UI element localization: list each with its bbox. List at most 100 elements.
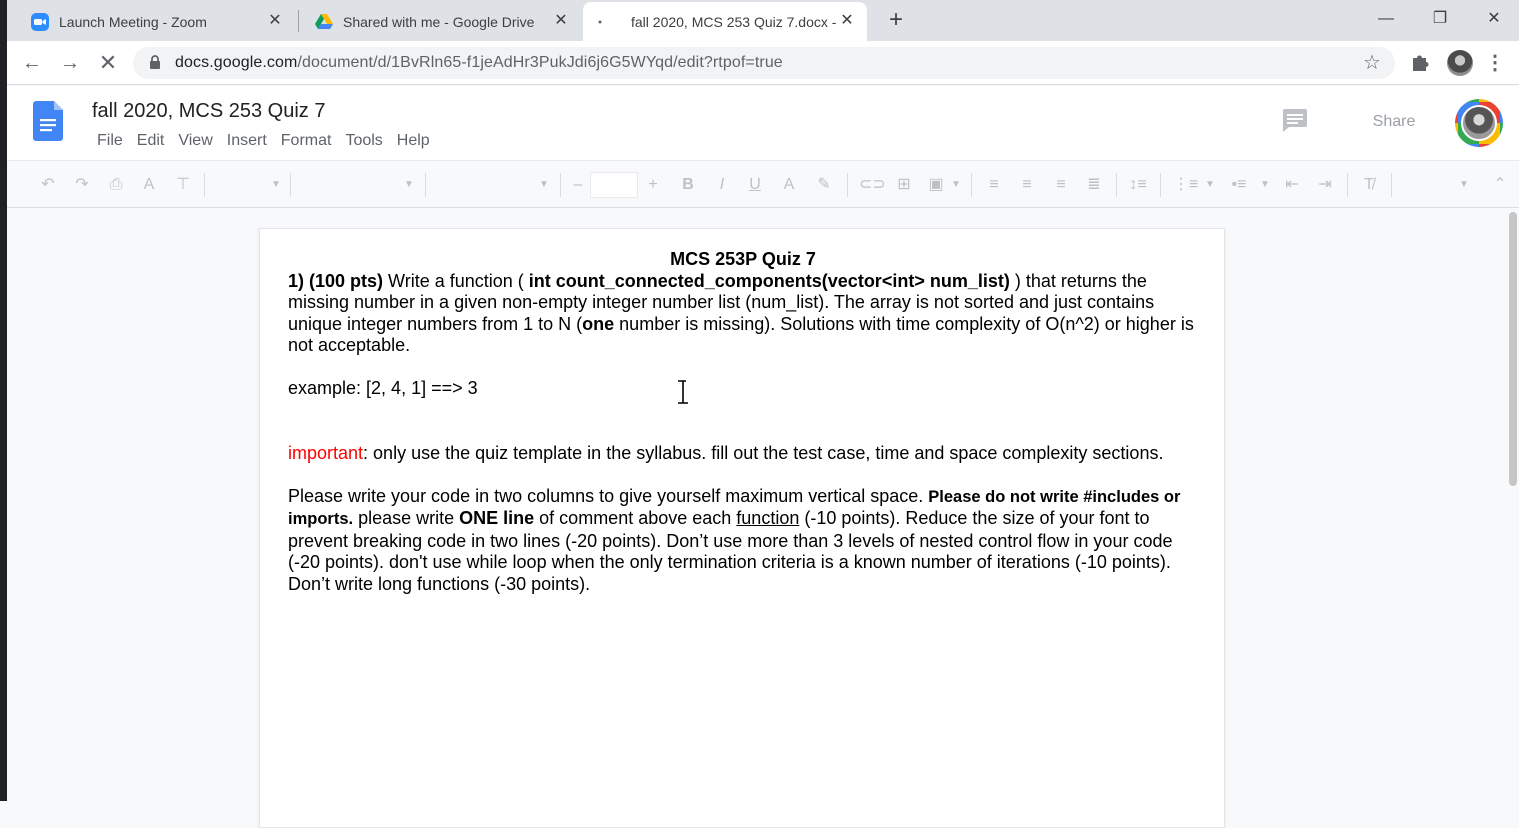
important-text: : only use the quiz template in the syll… <box>363 442 1164 463</box>
new-tab-button[interactable]: + <box>883 8 909 34</box>
insert-link-icon[interactable]: ⊂⊃ <box>859 175 886 195</box>
menu-file[interactable]: File <box>90 132 130 150</box>
image-dropdown-arrow-icon[interactable]: ▼ <box>951 175 961 195</box>
url-path: /document/d/1BvRln65-f1jeAdHr3PukJdi6j6G… <box>297 54 783 71</box>
tab-google-drive[interactable]: Shared with me - Google Drive ✕ <box>299 2 581 41</box>
browser-menu-icon[interactable]: ⋮ <box>1485 50 1505 76</box>
tab-zoom[interactable]: Launch Meeting - Zoom ✕ <box>15 2 295 41</box>
address-bar[interactable]: docs.google.com/document/d/1BvRln65-f1je… <box>133 47 1395 79</box>
paint-format-icon[interactable]: ⊤ <box>172 175 194 195</box>
formatting-toolbar: ↶ ↷ ⎙ A ⊤ ▼ ▼ ▼ – + B I U A ✎ ⊂⊃ ⊞ ▣ ▼ ≡… <box>7 160 1519 208</box>
zoom-icon <box>31 12 49 31</box>
zoom-dropdown-arrow-icon[interactable]: ▼ <box>271 175 281 195</box>
browser-toolbar: ← → ✕ docs.google.com/document/d/1BvRln6… <box>7 41 1519 85</box>
close-tab-icon[interactable]: ✕ <box>265 11 285 31</box>
italic-icon[interactable]: I <box>711 175 733 195</box>
question-paragraph: 1) (100 pts) Write a function ( int coun… <box>288 271 1198 357</box>
back-button[interactable]: ← <box>19 50 45 76</box>
menu-insert[interactable]: Insert <box>220 132 274 150</box>
instructions-bold: ONE line <box>459 508 535 528</box>
emphasis-one: one <box>582 313 615 334</box>
url-text: docs.google.com/document/d/1BvRln65-f1je… <box>175 54 783 72</box>
hide-menus-chevron-up-icon[interactable]: ⌃ <box>1490 175 1510 195</box>
bold-icon[interactable]: B <box>677 175 699 195</box>
stop-loading-button[interactable]: ✕ <box>95 50 121 76</box>
toolbar-separator <box>1160 173 1161 197</box>
spellcheck-icon[interactable]: A <box>138 175 160 195</box>
menu-format[interactable]: Format <box>274 132 339 150</box>
account-avatar[interactable] <box>1455 99 1503 147</box>
increase-font-size-icon[interactable]: + <box>645 175 661 195</box>
bookmark-star-icon[interactable]: ☆ <box>1361 52 1383 74</box>
forward-button[interactable]: → <box>57 50 83 76</box>
print-icon[interactable]: ⎙ <box>105 175 127 195</box>
menu-help[interactable]: Help <box>390 132 437 150</box>
minimize-button[interactable]: — <box>1366 6 1406 32</box>
toolbar-separator <box>290 173 291 197</box>
close-tab-icon[interactable]: ✕ <box>551 11 571 31</box>
clear-formatting-icon[interactable]: T̸ <box>1358 175 1380 195</box>
scrollbar-thumb[interactable] <box>1509 212 1517 486</box>
tab-strip: Launch Meeting - Zoom ✕ Shared with me -… <box>7 0 1519 41</box>
font-dropdown-arrow-icon[interactable]: ▼ <box>539 175 549 195</box>
instructions-paragraph: Please write your code in two columns to… <box>288 486 1198 596</box>
left-window-edge <box>0 0 7 801</box>
font-size-input[interactable] <box>590 172 638 198</box>
bulleted-list-dropdown-icon[interactable]: ▼ <box>1260 175 1270 195</box>
align-left-icon[interactable]: ≡ <box>983 175 1005 195</box>
toolbar-separator <box>1391 173 1392 197</box>
underline-icon[interactable]: U <box>744 175 766 195</box>
toolbar-separator <box>971 173 972 197</box>
close-window-button[interactable]: ✕ <box>1474 6 1514 32</box>
example-line: example: [2, 4, 1] ==> 3 <box>288 378 478 398</box>
decrease-indent-icon[interactable]: ⇤ <box>1281 175 1303 195</box>
align-center-icon[interactable]: ≡ <box>1016 175 1038 195</box>
toolbar-separator <box>560 173 561 197</box>
decrease-font-size-icon[interactable]: – <box>570 175 586 195</box>
align-right-icon[interactable]: ≡ <box>1050 175 1072 195</box>
question-text: Write a function ( <box>383 270 529 291</box>
highlight-color-icon[interactable]: ✎ <box>813 175 835 195</box>
numbered-list-icon[interactable]: ⋮≡ <box>1173 175 1198 195</box>
menu-view[interactable]: View <box>171 132 219 150</box>
tab-active-document[interactable]: fall 2020, MCS 253 Quiz 7.docx - ✕ <box>583 2 867 41</box>
docs-header: fall 2020, MCS 253 Quiz 7 File Edit View… <box>7 86 1519 160</box>
tab-title: Launch Meeting - Zoom <box>59 13 207 30</box>
instructions-underline: function <box>736 508 800 528</box>
line-spacing-icon[interactable]: ↕≡ <box>1127 175 1149 195</box>
restore-button[interactable]: ❐ <box>1420 6 1460 32</box>
justify-icon[interactable]: ≣ <box>1083 175 1105 195</box>
loading-dot-icon <box>593 13 607 31</box>
instructions-text: please write <box>353 508 460 528</box>
vertical-scrollbar[interactable] <box>1507 209 1519 801</box>
toolbar-separator <box>425 173 426 197</box>
style-dropdown-arrow-icon[interactable]: ▼ <box>404 175 414 195</box>
numbered-list-dropdown-icon[interactable]: ▼ <box>1205 175 1215 195</box>
document-heading: MCS 253P Quiz 7 <box>670 249 816 269</box>
lock-icon <box>149 55 163 71</box>
menu-tools[interactable]: Tools <box>338 132 389 150</box>
insert-image-icon[interactable]: ▣ <box>925 175 947 195</box>
document-page[interactable]: MCS 253P Quiz 7 1) (100 pts) Write a fun… <box>259 228 1225 828</box>
google-docs-logo-icon[interactable] <box>33 101 63 143</box>
comment-history-icon[interactable] <box>1282 109 1310 133</box>
close-tab-icon[interactable]: ✕ <box>837 11 857 31</box>
add-comment-icon[interactable]: ⊞ <box>893 175 915 195</box>
question-label: 1) (100 pts) <box>288 270 384 291</box>
menu-edit[interactable]: Edit <box>130 132 172 150</box>
document-title[interactable]: fall 2020, MCS 253 Quiz 7 <box>92 100 325 123</box>
document-body[interactable]: MCS 253P Quiz 7 1) (100 pts) Write a fun… <box>288 249 1198 595</box>
google-drive-icon <box>315 13 333 31</box>
extensions-puzzle-icon[interactable] <box>1409 51 1433 75</box>
tab-title: fall 2020, MCS 253 Quiz 7.docx - <box>631 13 837 30</box>
share-button[interactable]: Share <box>1354 106 1434 138</box>
docs-menubar: File Edit View Insert Format Tools Help <box>90 132 437 150</box>
profile-avatar-small[interactable] <box>1447 50 1473 76</box>
increase-indent-icon[interactable]: ⇥ <box>1314 175 1336 195</box>
redo-icon[interactable]: ↷ <box>71 175 93 195</box>
bulleted-list-icon[interactable]: •≡ <box>1228 175 1250 195</box>
undo-icon[interactable]: ↶ <box>37 175 59 195</box>
tab-title: Shared with me - Google Drive <box>343 13 535 30</box>
editing-mode-dropdown-icon[interactable]: ▼ <box>1459 175 1469 195</box>
text-color-icon[interactable]: A <box>778 175 800 195</box>
